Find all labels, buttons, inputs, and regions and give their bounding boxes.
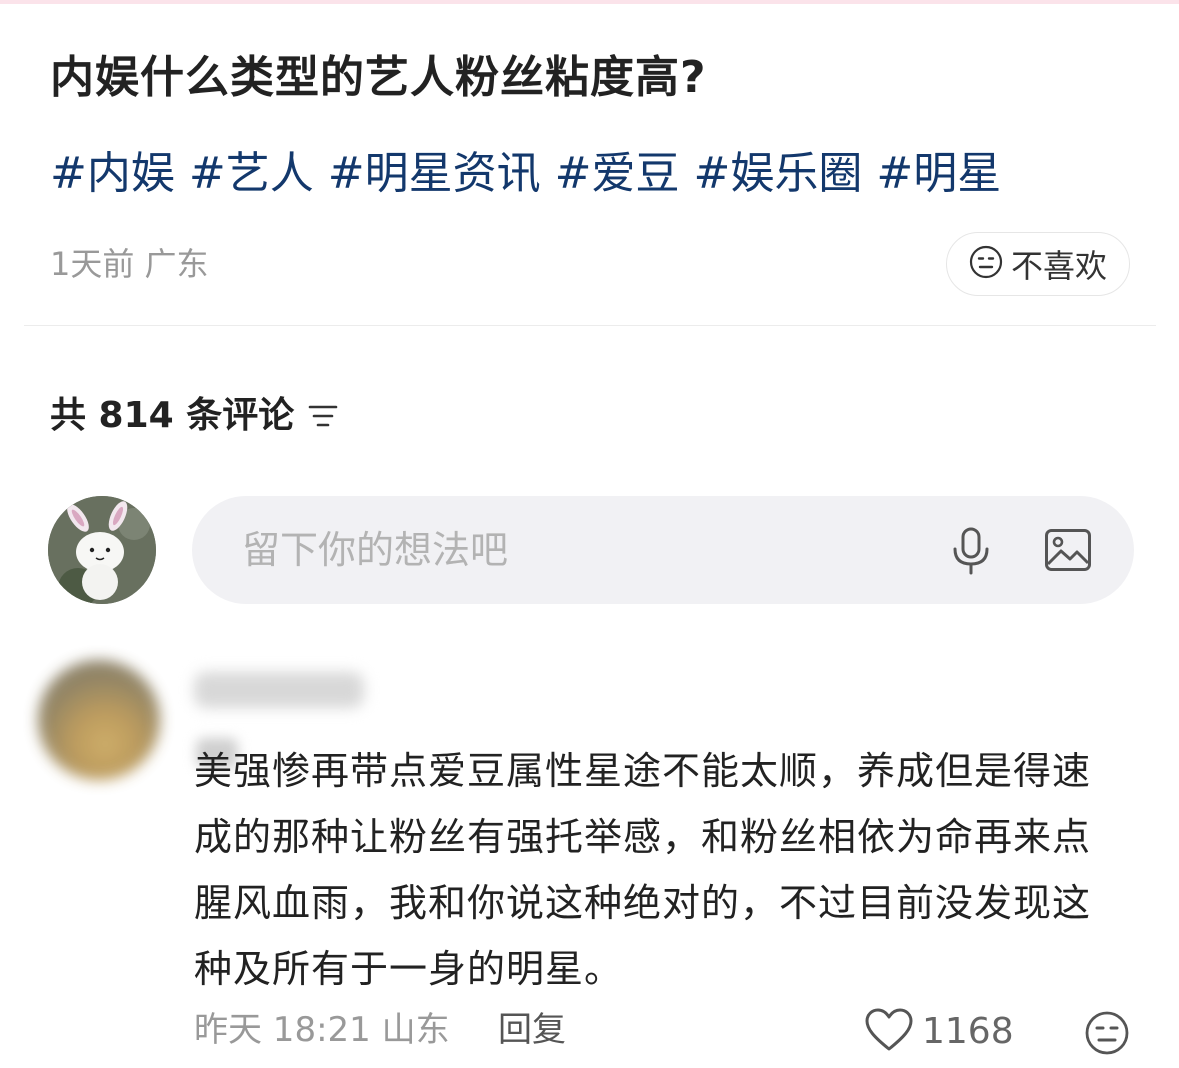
post-meta: 1天前 广东 [50, 244, 209, 284]
dislike-button[interactable]: 不喜欢 [946, 232, 1130, 296]
top-strip [0, 0, 1179, 4]
comment-input[interactable]: 留下你的想法吧 [192, 496, 1134, 604]
tag-list: #内娱 #艺人 #明星资讯 #爱豆 #娱乐圈 #明星 [50, 142, 1001, 206]
image-icon[interactable] [1044, 528, 1092, 576]
reply-button[interactable]: 回复 [498, 1008, 566, 1052]
tag-link[interactable]: #内娱 [50, 142, 175, 206]
comment-count: 共 814 条评论 [50, 395, 295, 436]
tag-link[interactable]: #明星 [876, 142, 1001, 206]
tag-link[interactable]: #娱乐圈 [694, 142, 863, 206]
comment-meta: 昨天 18:21 山东 [194, 1010, 450, 1050]
sort-icon[interactable] [306, 401, 340, 431]
tag-link[interactable]: #明星资讯 [328, 142, 541, 206]
neutral-face-icon[interactable] [1084, 1010, 1130, 1060]
post-location: 广东 [144, 245, 209, 283]
tag-link[interactable]: #爱豆 [555, 142, 680, 206]
dislike-label: 不喜欢 [1010, 247, 1107, 285]
post-title: 内娱什么类型的艺人粉丝粘度高? [50, 52, 707, 103]
commenter-avatar[interactable] [38, 660, 160, 780]
comment-count-header: 共 814 条评论 [50, 392, 340, 440]
neutral-face-icon [969, 245, 1003, 283]
comment-text: 美强惨再带点爱豆属性星途不能太顺，养成但是得速成的那种让粉丝有强托举感，和粉丝相… [194, 749, 1092, 991]
comment-input-placeholder: 留下你的想法吧 [242, 528, 509, 572]
tag-link[interactable]: #艺人 [189, 142, 314, 206]
post-time: 1天前 [50, 245, 135, 283]
my-avatar[interactable] [48, 496, 156, 604]
commenter-name-blurred[interactable] [194, 672, 364, 708]
microphone-icon[interactable] [948, 526, 994, 580]
divider [24, 325, 1156, 326]
like-count: 1168 [922, 1011, 1014, 1052]
like-button[interactable]: 1168 [864, 1007, 1014, 1057]
heart-icon [864, 1007, 914, 1057]
